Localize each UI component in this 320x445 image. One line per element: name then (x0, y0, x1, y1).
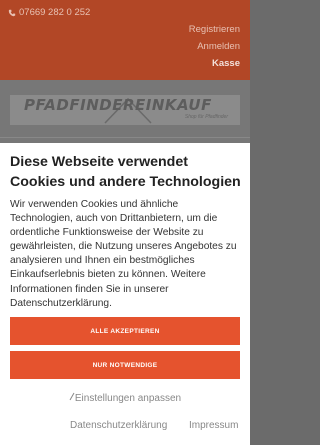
checkout-link[interactable]: Kasse (212, 58, 240, 69)
logo-subtitle: Shop für Pfadfinder (184, 114, 228, 120)
header-divider (0, 137, 250, 138)
phone-icon (8, 9, 16, 16)
settings-link[interactable]: Einstellungen anpassen (0, 392, 250, 404)
settings-label: Einstellungen anpassen (74, 393, 182, 404)
cookie-text-end: . (109, 297, 112, 309)
imprint-footer-link[interactable]: Impressum (189, 420, 238, 431)
login-link[interactable]: Anmelden (197, 41, 240, 52)
cookie-modal-text: Wir verwenden Cookies und ähnliche Techn… (10, 198, 242, 311)
privacy-inline-link[interactable]: Datenschutzerklärung (10, 298, 109, 309)
cookie-consent-modal: Diese Webseite verwendet Cookies und and… (0, 143, 250, 445)
logo-text: PFADFINDEREINKAUF (24, 96, 212, 114)
accept-all-button[interactable]: ALLE AKZEPTIEREN (10, 317, 240, 345)
register-link[interactable]: Registrieren (189, 24, 240, 35)
phone-number: 07669 282 0 252 (19, 7, 91, 18)
necessary-only-button[interactable]: NUR NOTWENDIGE (10, 351, 240, 379)
site-logo[interactable]: PFADFINDEREINKAUF Shop für Pfadfinder (10, 95, 240, 125)
header-phone[interactable]: 07669 282 0 252 (8, 7, 90, 18)
cookie-modal-title: Diese Webseite verwendet Cookies und and… (10, 154, 241, 190)
privacy-footer-link[interactable]: Datenschutzerklärung (70, 420, 167, 431)
cookie-text-intro: Wir verwenden Cookies und ähnliche Techn… (10, 199, 237, 295)
